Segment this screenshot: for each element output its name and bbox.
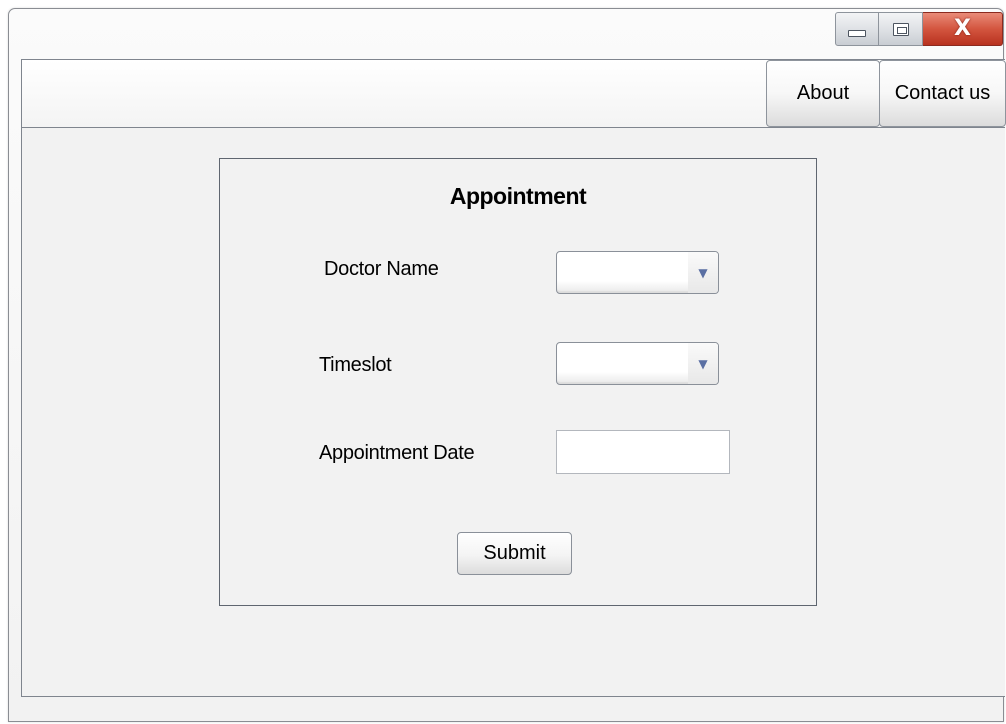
form-title: Appointment <box>449 183 587 209</box>
timeslot-label: Timeslot <box>319 354 392 376</box>
minimize-icon <box>848 29 866 37</box>
window-controls: X <box>835 12 1003 46</box>
doctor-name-select[interactable]: ▼ <box>556 251 719 294</box>
title-bar[interactable]: X <box>9 9 1003 59</box>
timeslot-select[interactable]: ▼ <box>556 342 719 385</box>
app-window: X About Contact us Appointment Doctor Na… <box>8 8 1006 722</box>
main-content: Appointment Doctor Name ▼ Timeslot ▼ App… <box>21 127 1005 697</box>
maximize-button[interactable] <box>879 12 923 46</box>
doctor-name-label: Doctor Name <box>324 258 439 280</box>
contact-us-button[interactable]: Contact us <box>879 60 1006 127</box>
close-icon: X <box>954 16 971 41</box>
close-button[interactable]: X <box>923 12 1003 46</box>
appointment-date-input[interactable] <box>556 430 730 474</box>
menu-bar: About Contact us <box>21 59 1006 128</box>
chevron-down-icon[interactable]: ▼ <box>688 252 718 293</box>
about-button[interactable]: About <box>766 60 880 127</box>
maximize-icon <box>892 22 909 36</box>
appointment-form: Appointment Doctor Name ▼ Timeslot ▼ App… <box>219 158 817 606</box>
appointment-date-label: Appointment Date <box>319 442 475 464</box>
submit-button[interactable]: Submit <box>457 532 572 575</box>
minimize-button[interactable] <box>835 12 879 46</box>
chevron-down-icon[interactable]: ▼ <box>688 343 718 384</box>
